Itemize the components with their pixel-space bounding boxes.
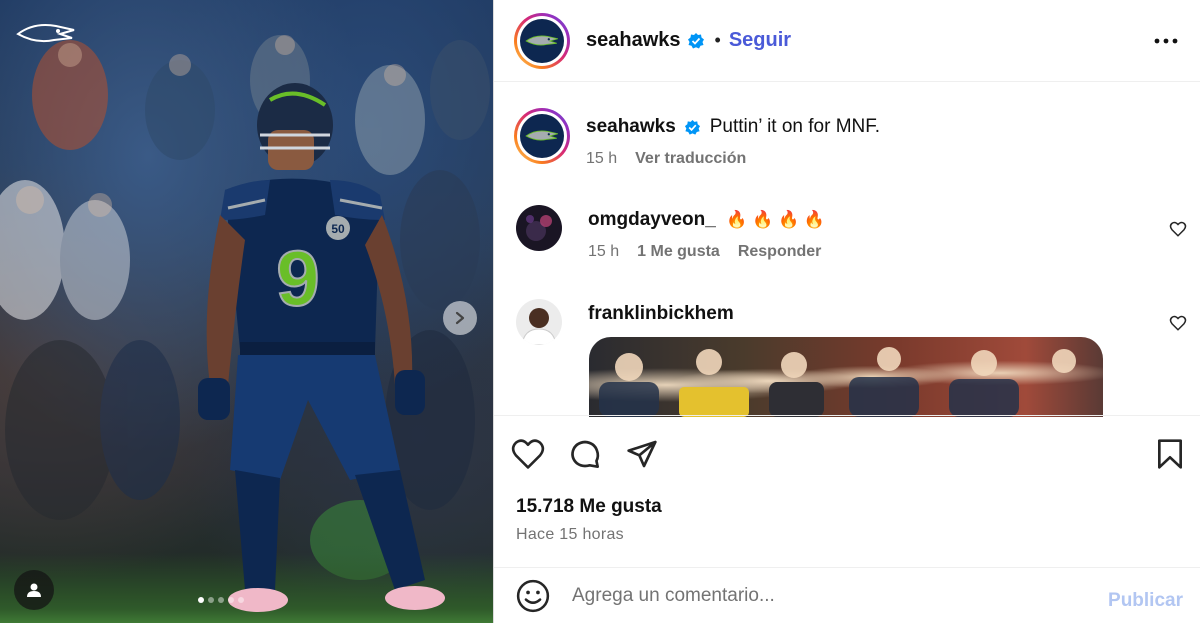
- comment-like-heart-icon[interactable]: [1169, 314, 1187, 332]
- comment-bubble-icon: [571, 440, 600, 468]
- seahawks-logo-icon: [525, 130, 558, 141]
- likes-count[interactable]: 15.718 Me gusta: [516, 496, 662, 518]
- comment-username[interactable]: omgdayveon_: [588, 209, 716, 230]
- bookmark-icon: [1158, 439, 1182, 469]
- caption-text: Puttin’ it on for MNF.: [709, 116, 881, 137]
- comment-username[interactable]: franklinbickhem: [588, 303, 734, 324]
- caption-time: 15 h: [586, 150, 618, 167]
- comment-text: 🔥 🔥 🔥 🔥: [726, 210, 826, 229]
- post-timestamp: Hace 15 horas: [516, 526, 624, 543]
- more-options-button[interactable]: [1153, 28, 1179, 54]
- carousel-dot: [238, 597, 244, 603]
- comment-button[interactable]: [567, 436, 603, 472]
- post-media[interactable]: 9 50: [0, 0, 493, 623]
- chevron-right-icon: [455, 311, 465, 325]
- comment-avatar[interactable]: [516, 299, 562, 345]
- share-button[interactable]: [624, 436, 660, 472]
- account-username[interactable]: seahawks: [586, 29, 681, 52]
- verified-badge-icon: [685, 120, 701, 135]
- caption-avatar[interactable]: [514, 108, 570, 164]
- instagram-post: 9 50 seahawks • Seguir seahawks Puttin’ …: [0, 0, 1200, 623]
- send-icon: [627, 440, 657, 468]
- carousel-dot: [218, 597, 224, 603]
- carousel-next-button[interactable]: [443, 301, 477, 335]
- heart-icon: [511, 439, 545, 469]
- post-panel: seahawks • Seguir seahawks Puttin’ it on…: [493, 0, 1200, 623]
- comment-row: omgdayveon_ 🔥 🔥 🔥 🔥 15 h 1 Me gusta Resp…: [516, 205, 825, 261]
- comment-input[interactable]: [572, 584, 1072, 607]
- jersey-number: 9: [276, 234, 319, 322]
- separator-dot: •: [714, 30, 721, 50]
- publish-button[interactable]: Publicar: [1108, 590, 1183, 612]
- carousel-dot: [208, 597, 214, 603]
- carousel-dot: [198, 597, 204, 603]
- comment-composer: Publicar: [494, 567, 1200, 623]
- tagged-users-button[interactable]: [14, 570, 54, 610]
- seahawks-watermark-logo: [16, 24, 75, 43]
- carousel-dot: [228, 597, 234, 603]
- follow-button[interactable]: Seguir: [729, 29, 791, 52]
- like-button[interactable]: [510, 436, 546, 472]
- more-horizontal-icon: [1154, 38, 1178, 44]
- emoji-icon[interactable]: [516, 579, 550, 613]
- player-figure: 9 50: [198, 83, 445, 612]
- reply-button[interactable]: Responder: [738, 243, 822, 261]
- comment-likes[interactable]: 1 Me gusta: [637, 243, 720, 261]
- user-icon: [27, 583, 41, 597]
- translate-link[interactable]: Ver traducción: [635, 150, 746, 168]
- account-avatar[interactable]: [514, 12, 570, 69]
- comment-like-heart-icon[interactable]: [1169, 220, 1187, 238]
- save-button[interactable]: [1152, 436, 1188, 472]
- caption-username[interactable]: seahawks: [586, 116, 676, 137]
- comment-time: 15 h: [588, 243, 620, 260]
- patch-number: 50: [331, 222, 345, 236]
- comment-avatar[interactable]: [516, 205, 562, 251]
- post-actions: 15.718 Me gusta Hace 15 horas: [494, 415, 1200, 567]
- comment-image[interactable]: [589, 337, 1103, 417]
- caption-row: seahawks Puttin’ it on for MNF. 15 h Ver…: [514, 108, 880, 168]
- seahawks-logo-icon: [525, 34, 558, 45]
- verified-badge-icon: [687, 32, 704, 48]
- post-header: seahawks • Seguir: [494, 0, 1200, 82]
- carousel-indicator: [198, 597, 244, 603]
